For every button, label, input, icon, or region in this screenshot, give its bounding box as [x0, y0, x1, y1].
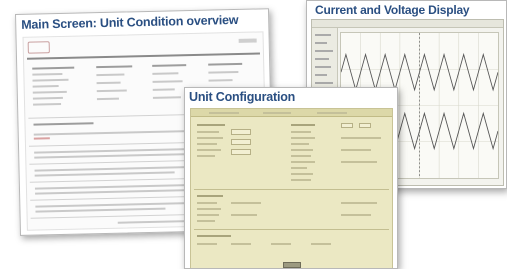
- footer-line: [117, 220, 188, 224]
- summary-heading: [208, 62, 243, 66]
- current-voltage-title: Current and Voltage Display: [315, 3, 470, 17]
- config-field[interactable]: [341, 123, 353, 128]
- config-label: [291, 143, 309, 145]
- config-label: [197, 149, 221, 151]
- config-label: [291, 137, 315, 139]
- summary-heading: [152, 64, 187, 67]
- unit-configuration-card: Unit Configuration: [184, 87, 398, 269]
- config-label: [197, 235, 231, 237]
- config-value: [271, 243, 291, 245]
- summary-line: [152, 88, 175, 91]
- channel-label: [315, 66, 331, 68]
- summary-line: [32, 96, 63, 100]
- header-status-block: [238, 38, 257, 43]
- config-field[interactable]: [359, 123, 371, 128]
- summary-line: [96, 89, 127, 93]
- config-label: [197, 137, 223, 139]
- summary-line: [96, 73, 125, 77]
- config-label: [197, 124, 225, 126]
- summary-heading: [32, 66, 75, 70]
- config-value: [341, 149, 371, 151]
- config-label: [197, 202, 217, 204]
- summary-line: [32, 85, 59, 88]
- config-label: [197, 195, 223, 197]
- config-field[interactable]: [231, 129, 251, 135]
- config-label: [291, 161, 315, 163]
- summary-line: [208, 70, 239, 74]
- channel-label: [315, 42, 327, 44]
- config-label: [197, 143, 217, 145]
- unit-configuration-screenshot: [190, 108, 393, 268]
- table-header: [33, 122, 94, 126]
- channel-label: [315, 82, 333, 84]
- config-divider: [194, 229, 389, 230]
- header-divider: [26, 52, 260, 60]
- main-screen-title: Main Screen: Unit Condition overview: [21, 12, 239, 32]
- config-ok-button[interactable]: [283, 262, 301, 268]
- config-header-label: [317, 112, 347, 114]
- config-divider: [194, 189, 389, 190]
- summary-line: [96, 97, 119, 101]
- config-value: [341, 161, 377, 163]
- config-label: [291, 173, 313, 175]
- channel-label: [315, 50, 333, 52]
- summary-heading: [96, 65, 133, 69]
- config-value: [231, 214, 257, 216]
- config-label: [291, 149, 313, 151]
- summary-line: [32, 78, 69, 82]
- config-label: [291, 131, 311, 133]
- config-label: [197, 220, 215, 222]
- summary-line: [152, 72, 179, 75]
- config-value: [231, 243, 251, 245]
- config-value: [341, 214, 371, 216]
- config-label: [291, 179, 311, 181]
- config-label: [197, 208, 221, 210]
- table-row: [34, 171, 175, 177]
- table-row: [34, 153, 185, 159]
- config-label: [197, 131, 219, 133]
- config-label: [197, 214, 219, 216]
- summary-line: [32, 72, 63, 76]
- table-row: [35, 207, 166, 213]
- table-row-marker: [33, 137, 50, 140]
- summary-line: [152, 80, 183, 83]
- config-field[interactable]: [231, 149, 251, 155]
- summary-line: [208, 79, 233, 82]
- table-row: [35, 188, 196, 195]
- summary-line: [96, 81, 121, 85]
- config-label: [291, 155, 311, 157]
- config-header-label: [209, 112, 239, 114]
- summary-line: [152, 96, 181, 99]
- toolbar: [312, 20, 503, 28]
- config-value: [197, 243, 217, 245]
- config-label: [291, 124, 315, 126]
- config-value: [231, 202, 261, 204]
- config-header-label: [263, 112, 291, 114]
- channel-label: [315, 58, 329, 60]
- config-value: [341, 202, 377, 204]
- summary-line: [33, 102, 62, 106]
- config-label: [197, 155, 215, 157]
- config-value: [311, 243, 331, 245]
- channel-label: [315, 34, 331, 36]
- channel-label: [315, 74, 327, 76]
- config-label: [291, 167, 307, 169]
- logo-icon: [27, 41, 50, 54]
- config-field[interactable]: [231, 139, 251, 145]
- config-value: [341, 137, 381, 139]
- unit-configuration-title: Unit Configuration: [189, 90, 296, 104]
- summary-line: [32, 90, 67, 94]
